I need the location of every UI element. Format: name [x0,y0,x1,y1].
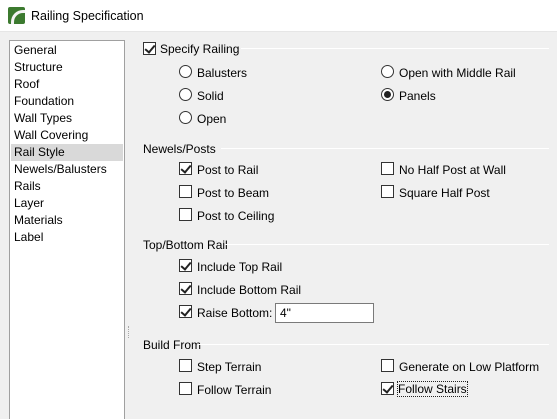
sidebar-item-foundation[interactable]: Foundation [11,93,123,110]
follow-stairs-checkbox[interactable] [381,382,394,395]
open-with-middle-rail-radio[interactable] [381,65,394,78]
raise-bottom-label: Raise Bottom: [197,306,273,320]
sidebar-item-general[interactable]: General [11,42,123,59]
raise-bottom-checkbox[interactable] [179,305,192,318]
open-radio[interactable] [179,111,192,124]
post-to-rail-label: Post to Rail [197,163,259,177]
open-label: Open [197,112,227,126]
sidebar-item-roof[interactable]: Roof [11,76,123,93]
app-logo-icon [8,7,25,24]
panels-label: Panels [399,89,436,103]
step-terrain-checkbox[interactable] [179,359,192,372]
divider [198,344,549,345]
square-half-post-checkbox[interactable] [381,185,394,198]
include-bottom-rail-checkbox[interactable] [179,282,192,295]
sidebar-item-wall-types[interactable]: Wall Types [11,110,123,127]
category-list[interactable]: General Structure Roof Foundation Wall T… [9,40,125,419]
generate-low-platform-checkbox[interactable] [381,359,394,372]
solid-radio[interactable] [179,88,192,101]
title-bar: Railing Specification [0,0,557,32]
sidebar-item-wall-covering[interactable]: Wall Covering [11,127,123,144]
divider [241,48,549,49]
specify-railing-label: Specify Railing [160,42,240,56]
sidebar-item-newels-balusters[interactable]: Newels/Balusters [11,161,123,178]
build-from-heading: Build From [143,338,202,352]
separator-mark [128,326,129,338]
top-bottom-rail-heading: Top/Bottom Rail [143,238,228,252]
include-top-rail-checkbox[interactable] [179,259,192,272]
include-bottom-rail-label: Include Bottom Rail [197,283,302,297]
sidebar-item-layer[interactable]: Layer [11,195,123,212]
sidebar-item-rail-style[interactable]: Rail Style [11,144,123,161]
generate-low-platform-label: Generate on Low Platform [399,360,540,374]
open-with-middle-rail-label: Open with Middle Rail [399,66,516,80]
follow-terrain-checkbox[interactable] [179,382,192,395]
post-to-rail-checkbox[interactable] [179,162,192,175]
raise-bottom-input[interactable] [275,303,374,323]
sidebar-item-structure[interactable]: Structure [11,59,123,76]
solid-label: Solid [197,89,224,103]
sidebar-item-label[interactable]: Label [11,229,123,246]
square-half-post-label: Square Half Post [399,186,490,200]
no-half-post-checkbox[interactable] [381,162,394,175]
panels-radio[interactable] [381,88,394,101]
follow-stairs-label: Follow Stairs [397,381,468,397]
sidebar-item-materials[interactable]: Materials [11,212,123,229]
step-terrain-label: Step Terrain [197,360,262,374]
post-to-beam-label: Post to Beam [197,186,270,200]
post-to-beam-checkbox[interactable] [179,185,192,198]
post-to-ceiling-checkbox[interactable] [179,208,192,221]
include-top-rail-label: Include Top Rail [197,260,283,274]
no-half-post-label: No Half Post at Wall [399,163,506,177]
divider [221,148,549,149]
balusters-label: Balusters [197,66,248,80]
post-to-ceiling-label: Post to Ceiling [197,209,275,223]
follow-terrain-label: Follow Terrain [197,383,272,397]
newels-posts-heading: Newels/Posts [143,142,216,156]
balusters-radio[interactable] [179,65,192,78]
divider [225,244,549,245]
window-title: Railing Specification [31,9,144,23]
specify-railing-checkbox[interactable] [143,42,156,55]
sidebar-item-rails[interactable]: Rails [11,178,123,195]
